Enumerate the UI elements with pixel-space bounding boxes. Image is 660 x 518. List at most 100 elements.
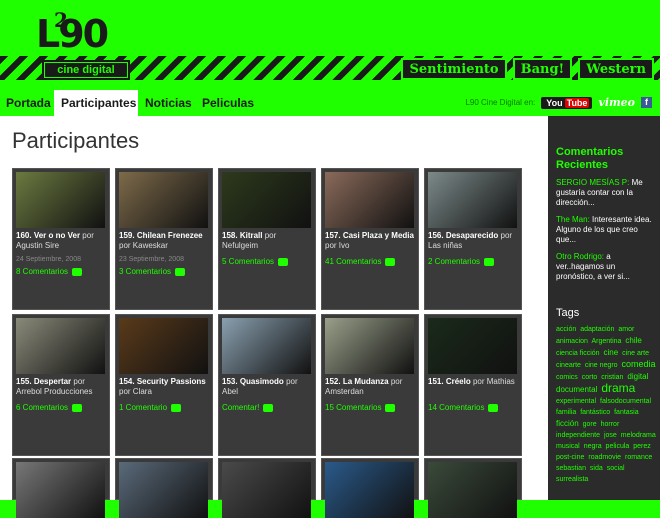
comments-count[interactable]: 2 Comentarios: [428, 257, 480, 266]
card-comments-link[interactable]: 8 Comentarios: [16, 267, 83, 276]
card-film-title[interactable]: Despertar: [34, 377, 71, 386]
speech-bubble-icon[interactable]: [385, 257, 396, 266]
comments-count[interactable]: 3 Comentarios: [119, 267, 171, 276]
card-title[interactable]: 154. Security Passions por Clara: [119, 377, 211, 397]
tag-link[interactable]: sida: [590, 465, 603, 472]
card-title[interactable]: 151. Créelo por Mathias: [428, 377, 520, 387]
tag-link[interactable]: pelicula: [606, 443, 630, 450]
card-thumbnail[interactable]: [222, 462, 311, 518]
participant-card[interactable]: 154. Security Passions por Clara 1 Coment…: [115, 314, 213, 456]
tag-link[interactable]: musical: [556, 443, 580, 450]
tag-link[interactable]: post-cine: [556, 454, 584, 461]
card-thumbnail[interactable]: [325, 462, 414, 518]
card-thumbnail[interactable]: [325, 172, 414, 228]
recent-comment-2[interactable]: The Man: Interesante idea. Alguno de los…: [556, 215, 656, 245]
tag-link[interactable]: cinearte: [556, 362, 581, 369]
speech-bubble-icon[interactable]: [488, 403, 499, 412]
comments-count[interactable]: 14 Comentarios: [428, 403, 484, 412]
tag-link[interactable]: cristian: [601, 374, 623, 381]
card-title[interactable]: 155. Despertar por Arrebol Producciones: [16, 377, 108, 397]
card-comments-link[interactable]: 1 Comentario: [119, 403, 182, 412]
speech-bubble-icon[interactable]: [72, 267, 83, 276]
facebook-icon[interactable]: f: [641, 97, 652, 108]
tag-link[interactable]: falsodocumental: [600, 398, 651, 405]
tag-link[interactable]: independiente: [556, 432, 600, 439]
card-film-title[interactable]: Security Passions: [137, 377, 206, 386]
card-thumbnail[interactable]: [119, 318, 208, 374]
comments-count[interactable]: 1 Comentario: [119, 403, 167, 412]
card-film-title[interactable]: Créelo: [446, 377, 471, 386]
card-title[interactable]: 159. Chilean Frenezee por Kaweskar: [119, 231, 211, 251]
tab-bang[interactable]: Bang!: [512, 58, 573, 80]
speech-bubble-icon[interactable]: [171, 403, 182, 412]
card-film-title[interactable]: Ver o no Ver: [34, 231, 80, 240]
comments-count[interactable]: 6 Comentarios: [16, 403, 68, 412]
card-comments-link[interactable]: 6 Comentarios: [16, 403, 83, 412]
tag-link[interactable]: experimental: [556, 398, 596, 405]
participant-card[interactable]: 153. Quasimodo por Abel Comentar!: [218, 314, 316, 456]
participant-card[interactable]: [321, 458, 419, 518]
nav-portada[interactable]: Portada: [6, 96, 51, 110]
card-thumbnail[interactable]: [428, 462, 517, 518]
tag-link[interactable]: chile: [625, 336, 641, 345]
card-film-title[interactable]: La Mudanza: [343, 377, 389, 386]
card-thumbnail[interactable]: [119, 462, 208, 518]
card-comments-link[interactable]: 14 Comentarios: [428, 403, 499, 412]
comments-count[interactable]: 15 Comentarios: [325, 403, 381, 412]
tag-link[interactable]: acción: [556, 326, 576, 333]
youtube-icon[interactable]: You Tube: [541, 96, 593, 109]
card-title[interactable]: 156. Desaparecido por Las niñas: [428, 231, 520, 251]
card-comments-link[interactable]: 41 Comentarios: [325, 257, 396, 266]
tag-link[interactable]: cine arte: [622, 350, 649, 357]
card-title[interactable]: 152. La Mudanza por Amsterdan: [325, 377, 417, 397]
speech-bubble-icon[interactable]: [385, 403, 396, 412]
nav-noticias[interactable]: Noticias: [145, 96, 192, 110]
tag-link[interactable]: jose: [604, 432, 617, 439]
tag-link[interactable]: gore: [583, 421, 597, 428]
card-thumbnail[interactable]: [428, 172, 517, 228]
card-film-title[interactable]: Quasimodo: [240, 377, 284, 386]
nav-participantes[interactable]: Participantes: [61, 96, 136, 110]
comments-count[interactable]: 8 Comentarios: [16, 267, 68, 276]
card-comments-link[interactable]: 5 Comentarios: [222, 257, 289, 266]
comment-author[interactable]: The Man:: [556, 215, 590, 224]
participant-card[interactable]: [218, 458, 316, 518]
participant-card[interactable]: 151. Créelo por Mathias 14 Comentarios: [424, 314, 522, 456]
tag-link[interactable]: fantasia: [614, 409, 639, 416]
tag-link[interactable]: ciencia ficción: [556, 350, 600, 357]
card-thumbnail[interactable]: [16, 318, 105, 374]
comment-author[interactable]: SERGIO MESÍAS P:: [556, 178, 629, 187]
speech-bubble-icon[interactable]: [278, 257, 289, 266]
tag-link[interactable]: negra: [584, 443, 602, 450]
tag-link[interactable]: horror: [601, 421, 620, 428]
tag-link[interactable]: animacion: [556, 338, 588, 345]
tag-link[interactable]: documental: [556, 385, 597, 394]
card-comments-link[interactable]: 3 Comentarios: [119, 267, 186, 276]
card-film-title[interactable]: Chilean Frenezee: [137, 231, 203, 240]
card-title[interactable]: 158. Kitrall por Nefulgeim: [222, 231, 314, 251]
tag-link[interactable]: roadmovie: [588, 454, 621, 461]
tag-link[interactable]: corto: [582, 374, 598, 381]
tag-link[interactable]: comedia: [622, 359, 656, 369]
card-film-title[interactable]: Desaparecido: [446, 231, 498, 240]
card-thumbnail[interactable]: [325, 318, 414, 374]
participant-card[interactable]: [115, 458, 213, 518]
comment-author[interactable]: Otro Rodrigo:: [556, 252, 604, 261]
card-thumbnail[interactable]: [16, 462, 105, 518]
speech-bubble-icon[interactable]: [263, 403, 274, 412]
participant-card[interactable]: [12, 458, 110, 518]
participant-card[interactable]: 160. Ver o no Ver por Agustin Sire 24 Sep…: [12, 168, 110, 310]
tag-link[interactable]: adaptación: [580, 326, 614, 333]
card-comments-link[interactable]: 15 Comentarios: [325, 403, 396, 412]
tab-sentimiento[interactable]: Sentimiento: [401, 58, 507, 80]
tag-link[interactable]: cine: [604, 348, 619, 357]
participant-card[interactable]: 152. La Mudanza por Amsterdan 15 Comentar…: [321, 314, 419, 456]
tag-link[interactable]: amor: [618, 326, 634, 333]
tag-link[interactable]: ficción: [556, 419, 579, 428]
participant-card[interactable]: [424, 458, 522, 518]
recent-comment-3[interactable]: Otro Rodrigo: a ver..hagamos un pronósti…: [556, 252, 656, 282]
card-film-title[interactable]: Casi Plaza y Media: [343, 231, 414, 240]
comments-count[interactable]: Comentar!: [222, 403, 259, 412]
tag-link[interactable]: drama: [601, 381, 635, 395]
tag-link[interactable]: Argentina: [591, 338, 621, 345]
